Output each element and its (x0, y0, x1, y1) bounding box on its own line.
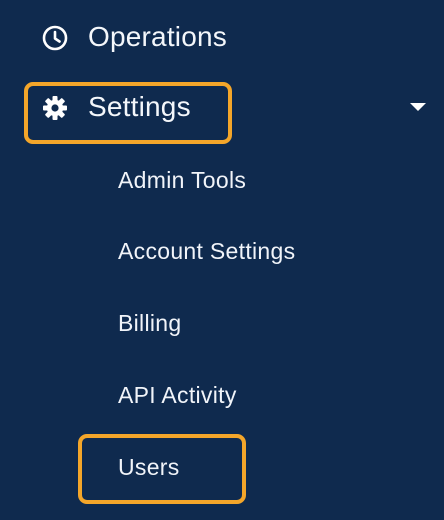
sidebar-nav: Operations Settings Admin Tools Account … (0, 0, 444, 520)
sidebar-item-operations[interactable]: Operations (0, 8, 444, 68)
submenu-item-api-activity[interactable]: API Activity (118, 375, 237, 415)
sidebar-item-settings[interactable]: Settings (0, 78, 444, 138)
gear-icon (40, 93, 70, 123)
submenu-item-users[interactable]: Users (118, 447, 180, 487)
submenu-item-admin-tools[interactable]: Admin Tools (118, 160, 246, 200)
sidebar-item-label: Settings (88, 91, 191, 122)
submenu-item-account-settings[interactable]: Account Settings (118, 231, 295, 271)
chevron-down-icon[interactable] (410, 103, 426, 111)
submenu-item-billing[interactable]: Billing (118, 303, 181, 343)
clock-icon (40, 23, 70, 53)
sidebar-item-label: Operations (88, 21, 227, 52)
